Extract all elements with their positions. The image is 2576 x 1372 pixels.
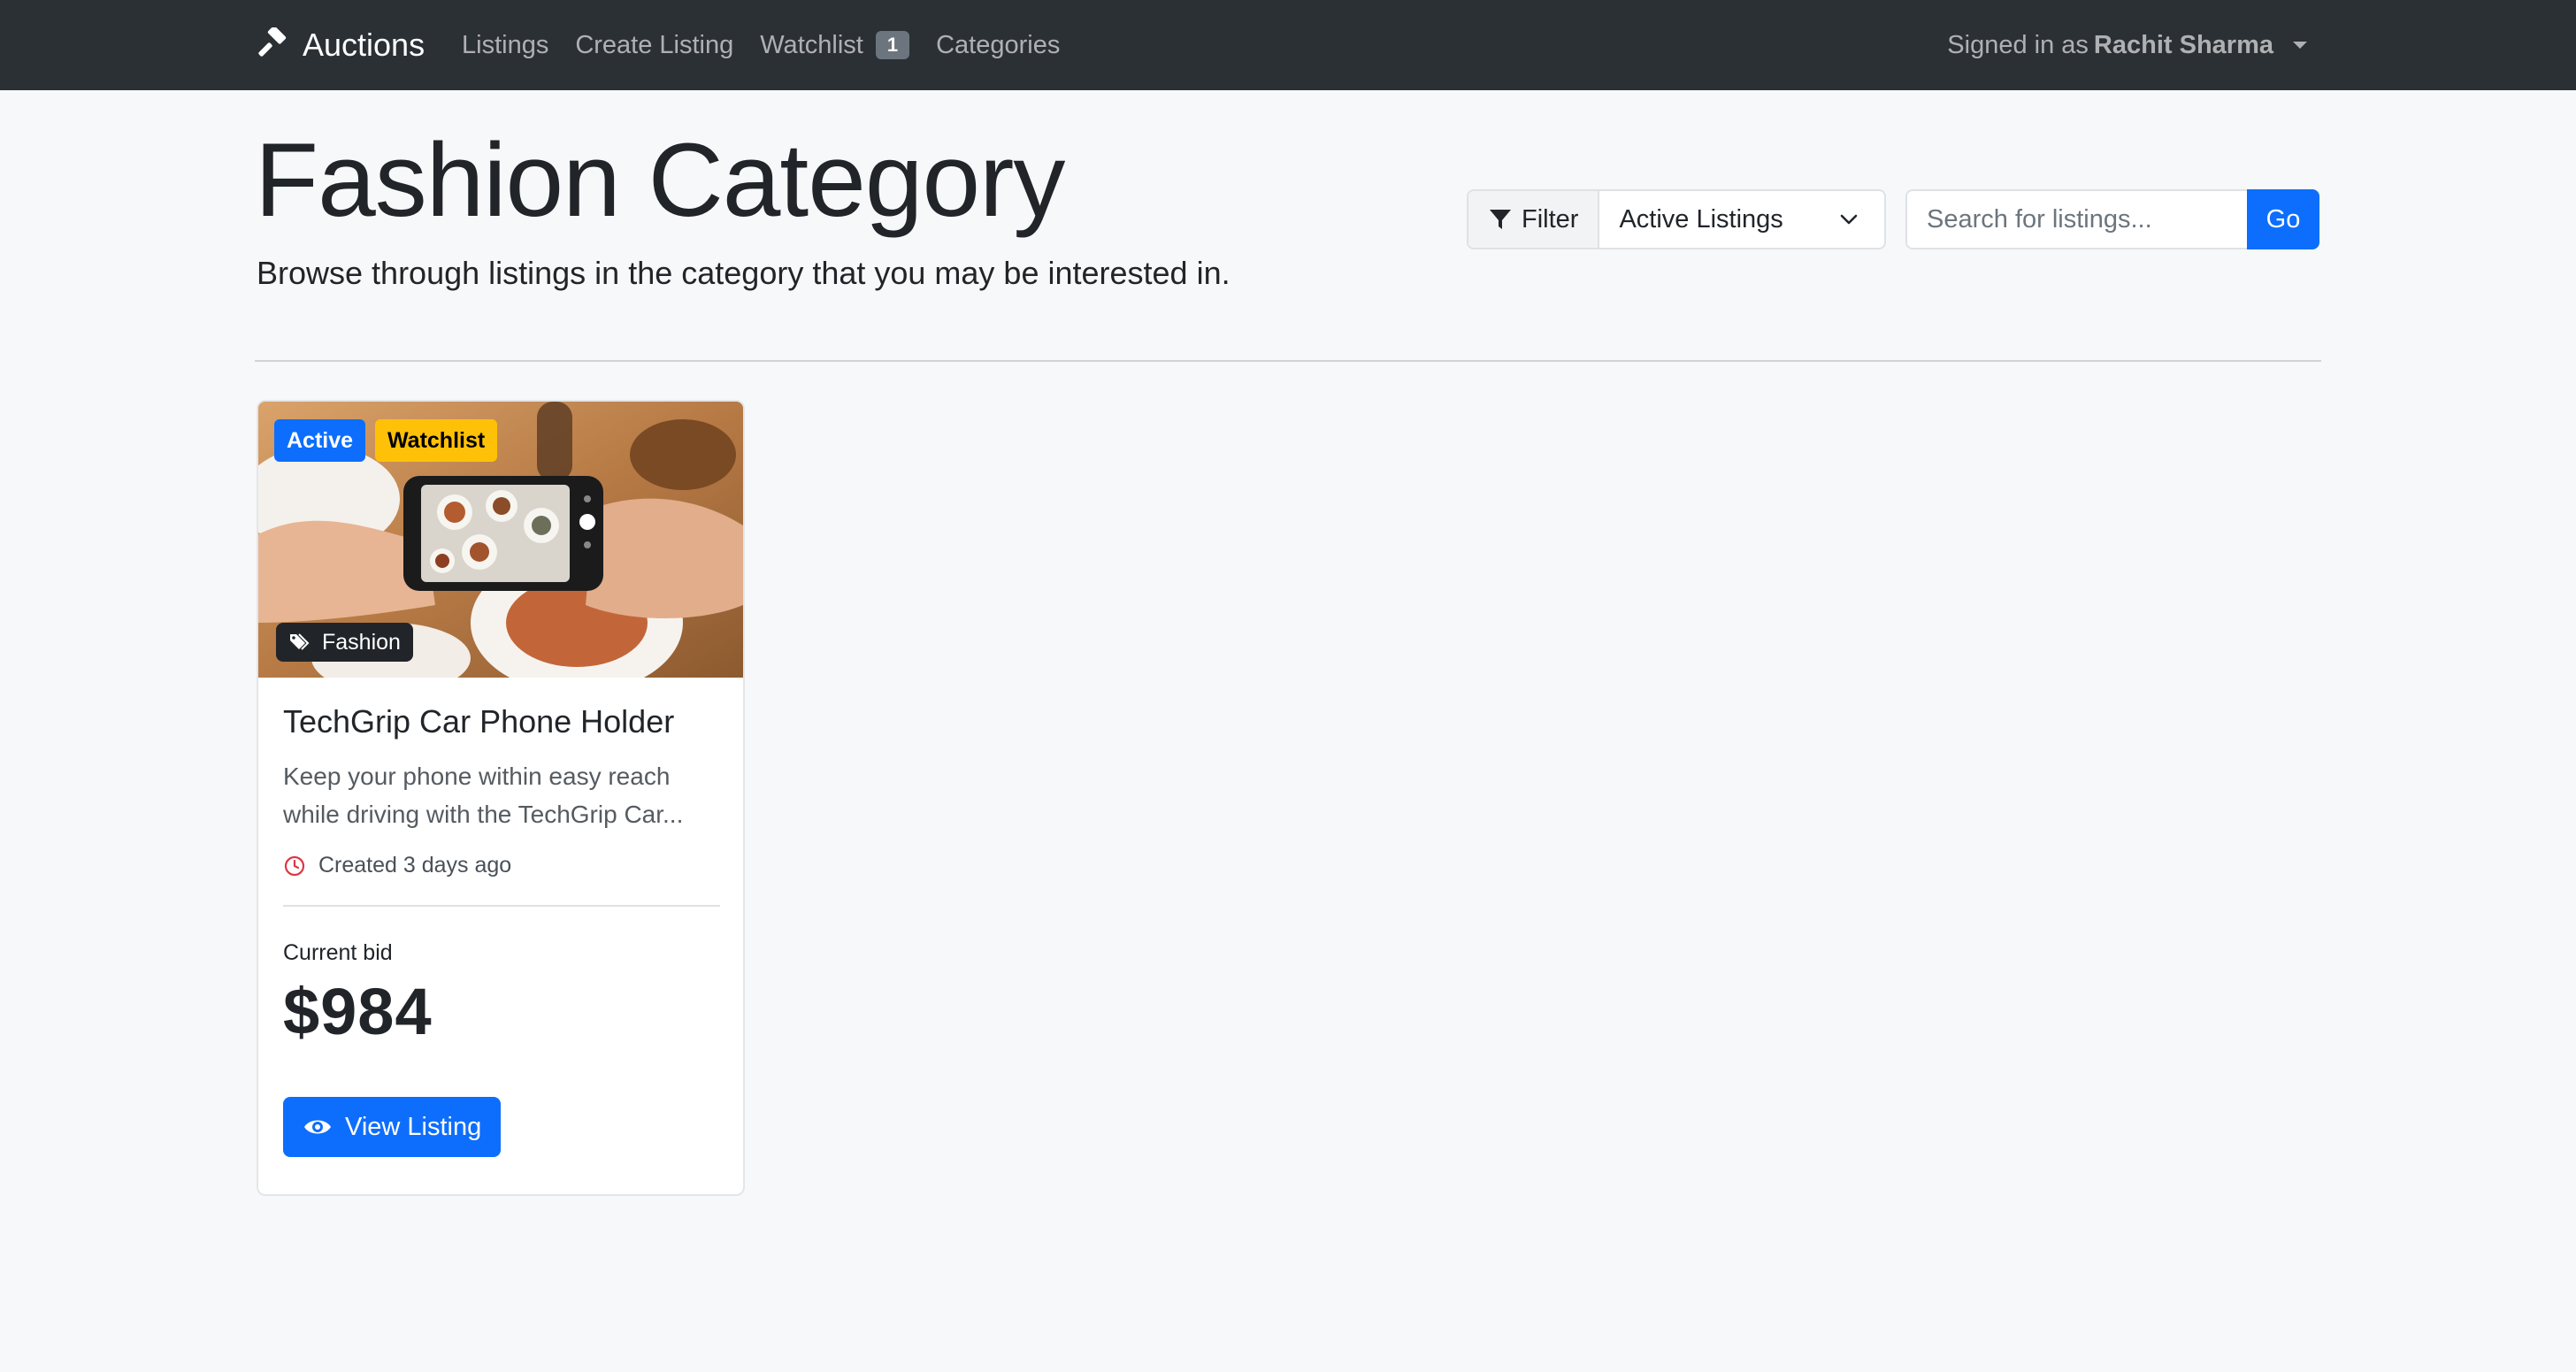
user-name: Rachit Sharma bbox=[2093, 30, 2273, 59]
user-dropdown[interactable]: Signed in as Rachit Sharma bbox=[1947, 0, 2307, 90]
search-input[interactable] bbox=[1905, 189, 2247, 249]
filter-group: Filter Active Listings bbox=[1467, 189, 1887, 249]
filter-label-text: Filter bbox=[1522, 204, 1579, 234]
tags-icon bbox=[290, 633, 310, 650]
brand-link[interactable]: Auctions bbox=[255, 0, 425, 90]
listing-title[interactable]: TechGrip Car Phone Holder bbox=[283, 702, 720, 741]
nav-links: Listings Create Listing Watchlist 1 Cate… bbox=[462, 0, 1060, 90]
category-badge: Fashion bbox=[276, 623, 413, 662]
listing-status-select[interactable]: Active Listings bbox=[1599, 191, 1884, 248]
watchlist-badge: Watchlist bbox=[375, 419, 498, 462]
watchlist-count-badge: 1 bbox=[875, 31, 910, 59]
card-divider bbox=[283, 905, 720, 907]
funnel-icon bbox=[1490, 210, 1511, 229]
current-bid-value: $984 bbox=[283, 975, 433, 1048]
listing-created: Created 3 days ago bbox=[283, 853, 720, 878]
gavel-icon bbox=[258, 27, 287, 57]
search-group: Go bbox=[1905, 189, 2319, 249]
page-title: Fashion Category bbox=[255, 122, 1065, 239]
nav-link-watchlist[interactable]: Watchlist 1 bbox=[760, 30, 910, 60]
status-badge-active: Active bbox=[274, 419, 366, 462]
category-badge-label: Fashion bbox=[322, 629, 401, 655]
listing-description: Keep your phone within easy reach while … bbox=[283, 763, 684, 828]
eye-icon bbox=[304, 1120, 331, 1134]
page-subtitle: Browse through listings in the category … bbox=[257, 255, 1230, 291]
selected-filter-value: Active Listings bbox=[1619, 204, 1783, 234]
filter-label: Filter bbox=[1468, 191, 1600, 248]
clock-icon bbox=[284, 855, 305, 876]
nav-link-create-listing[interactable]: Create Listing bbox=[575, 31, 733, 60]
caret-down-icon bbox=[2293, 42, 2307, 49]
header-divider bbox=[255, 360, 2321, 362]
top-navbar: Auctions Listings Create Listing Watchli… bbox=[0, 0, 2576, 90]
watchlist-label: Watchlist bbox=[760, 30, 863, 59]
nav-link-categories[interactable]: Categories bbox=[936, 31, 1060, 60]
listing-image: Active Watchlist Fashion bbox=[258, 402, 743, 678]
created-text: Created 3 days ago bbox=[318, 853, 512, 878]
nav-link-listings[interactable]: Listings bbox=[462, 31, 548, 60]
search-go-button[interactable]: Go bbox=[2247, 189, 2319, 249]
current-bid-label: Current bid bbox=[283, 940, 393, 965]
view-listing-button[interactable]: View Listing bbox=[283, 1097, 502, 1157]
listing-card: Active Watchlist Fashion TechGrip Car Ph… bbox=[257, 400, 745, 1196]
view-listing-label: View Listing bbox=[345, 1112, 482, 1141]
listing-card-body: TechGrip Car Phone Holder Keep your phon… bbox=[283, 702, 720, 1157]
chevron-down-icon bbox=[1841, 214, 1858, 225]
brand-label: Auctions bbox=[303, 27, 426, 63]
user-prefix: Signed in as bbox=[1947, 30, 2089, 59]
